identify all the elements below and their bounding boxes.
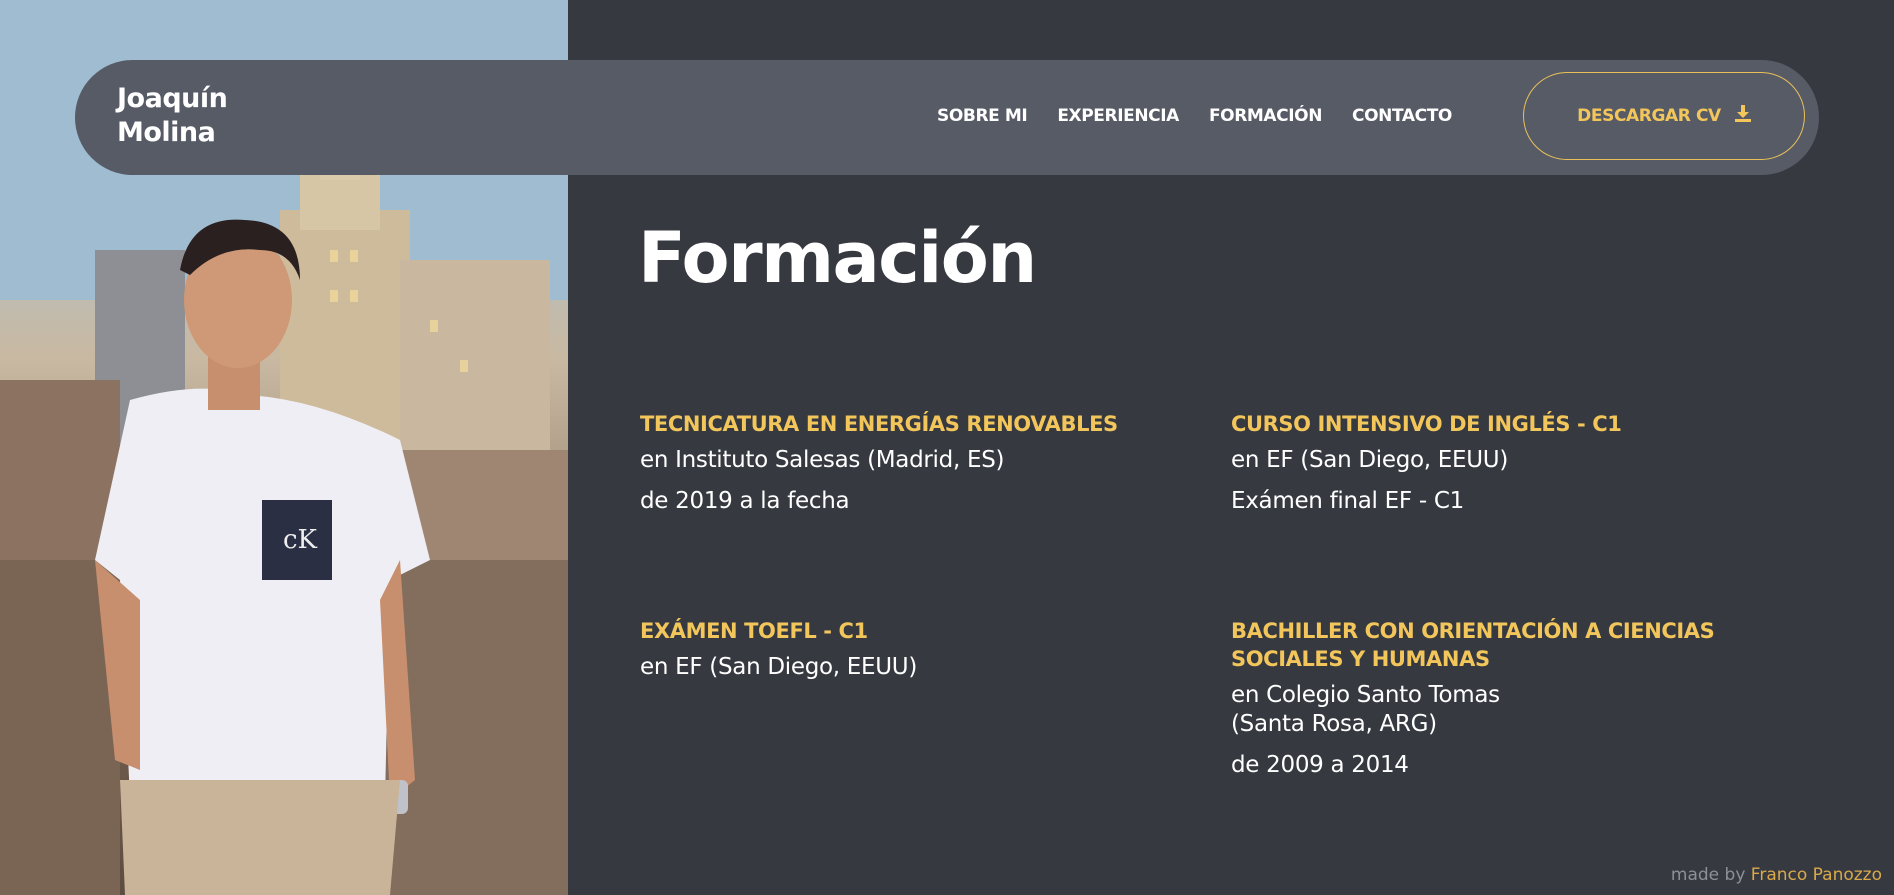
education-entry: TECNICATURA EN ENERGÍAS RENOVABLES en In… — [640, 410, 1160, 528]
main-nav: SOBRE MI EXPERIENCIA FORMACIÓN CONTACTO — [937, 106, 1482, 126]
entry-institution-location: (Santa Rosa, ARG) — [1231, 711, 1437, 737]
entry-title: CURSO INTENSIVO DE INGLÉS - C1 — [1231, 412, 1622, 436]
nav-item-experiencia[interactable]: EXPERIENCIA — [1057, 106, 1179, 126]
page-title: Formación — [638, 217, 1037, 299]
nav-item-sobre-mi[interactable]: SOBRE MI — [937, 106, 1028, 126]
brand-last-name: Molina — [117, 117, 216, 148]
navbar: Joaquín Molina SOBRE MI EXPERIENCIA FORM… — [75, 60, 1819, 175]
page: cK Joaquín Molina SOBRE MI EXPERIENCIA F… — [0, 0, 1894, 895]
education-entry: BACHILLER CON ORIENTACIÓN A CIENCIAS SOC… — [1231, 617, 1751, 792]
nav-item-contacto[interactable]: CONTACTO — [1352, 106, 1452, 126]
entry-institution: en Instituto Salesas (Madrid, ES) — [640, 447, 1005, 473]
credit-author-link[interactable]: Franco Panozzo — [1751, 865, 1882, 885]
download-cv-label: DESCARGAR CV — [1577, 106, 1721, 126]
credit-prefix: made by — [1670, 865, 1746, 885]
brand-logo[interactable]: Joaquín Molina — [117, 82, 228, 150]
entry-institution: en EF (San Diego, EEUU) — [640, 654, 918, 680]
entry-institution: en Colegio Santo Tomas (Santa Rosa, ARG) — [1231, 681, 1751, 739]
footer-credit: made by Franco Panozzo — [1671, 865, 1882, 885]
download-cv-button[interactable]: DESCARGAR CV — [1523, 72, 1805, 160]
entry-dates: de 2009 a 2014 — [1231, 752, 1409, 778]
brand-first-name: Joaquín — [117, 83, 228, 114]
entry-institution-name: en Colegio Santo Tomas — [1231, 682, 1500, 708]
education-entry: CURSO INTENSIVO DE INGLÉS - C1 en EF (Sa… — [1231, 410, 1751, 528]
education-entry: EXÁMEN TOEFL - C1 en EF (San Diego, EEUU… — [640, 617, 1160, 694]
nav-item-formacion[interactable]: FORMACIÓN — [1209, 106, 1323, 126]
download-icon — [1734, 105, 1751, 127]
entry-detail: Exámen final EF - C1 — [1231, 488, 1464, 514]
entry-title: TECNICATURA EN ENERGÍAS RENOVABLES — [640, 412, 1118, 436]
entry-dates: de 2019 a la fecha — [640, 488, 850, 514]
entry-title: EXÁMEN TOEFL - C1 — [640, 619, 868, 643]
entry-institution: en EF (San Diego, EEUU) — [1231, 447, 1509, 473]
entry-title: BACHILLER CON ORIENTACIÓN A CIENCIAS SOC… — [1231, 619, 1715, 671]
svg-text:cK: cK — [283, 525, 318, 555]
